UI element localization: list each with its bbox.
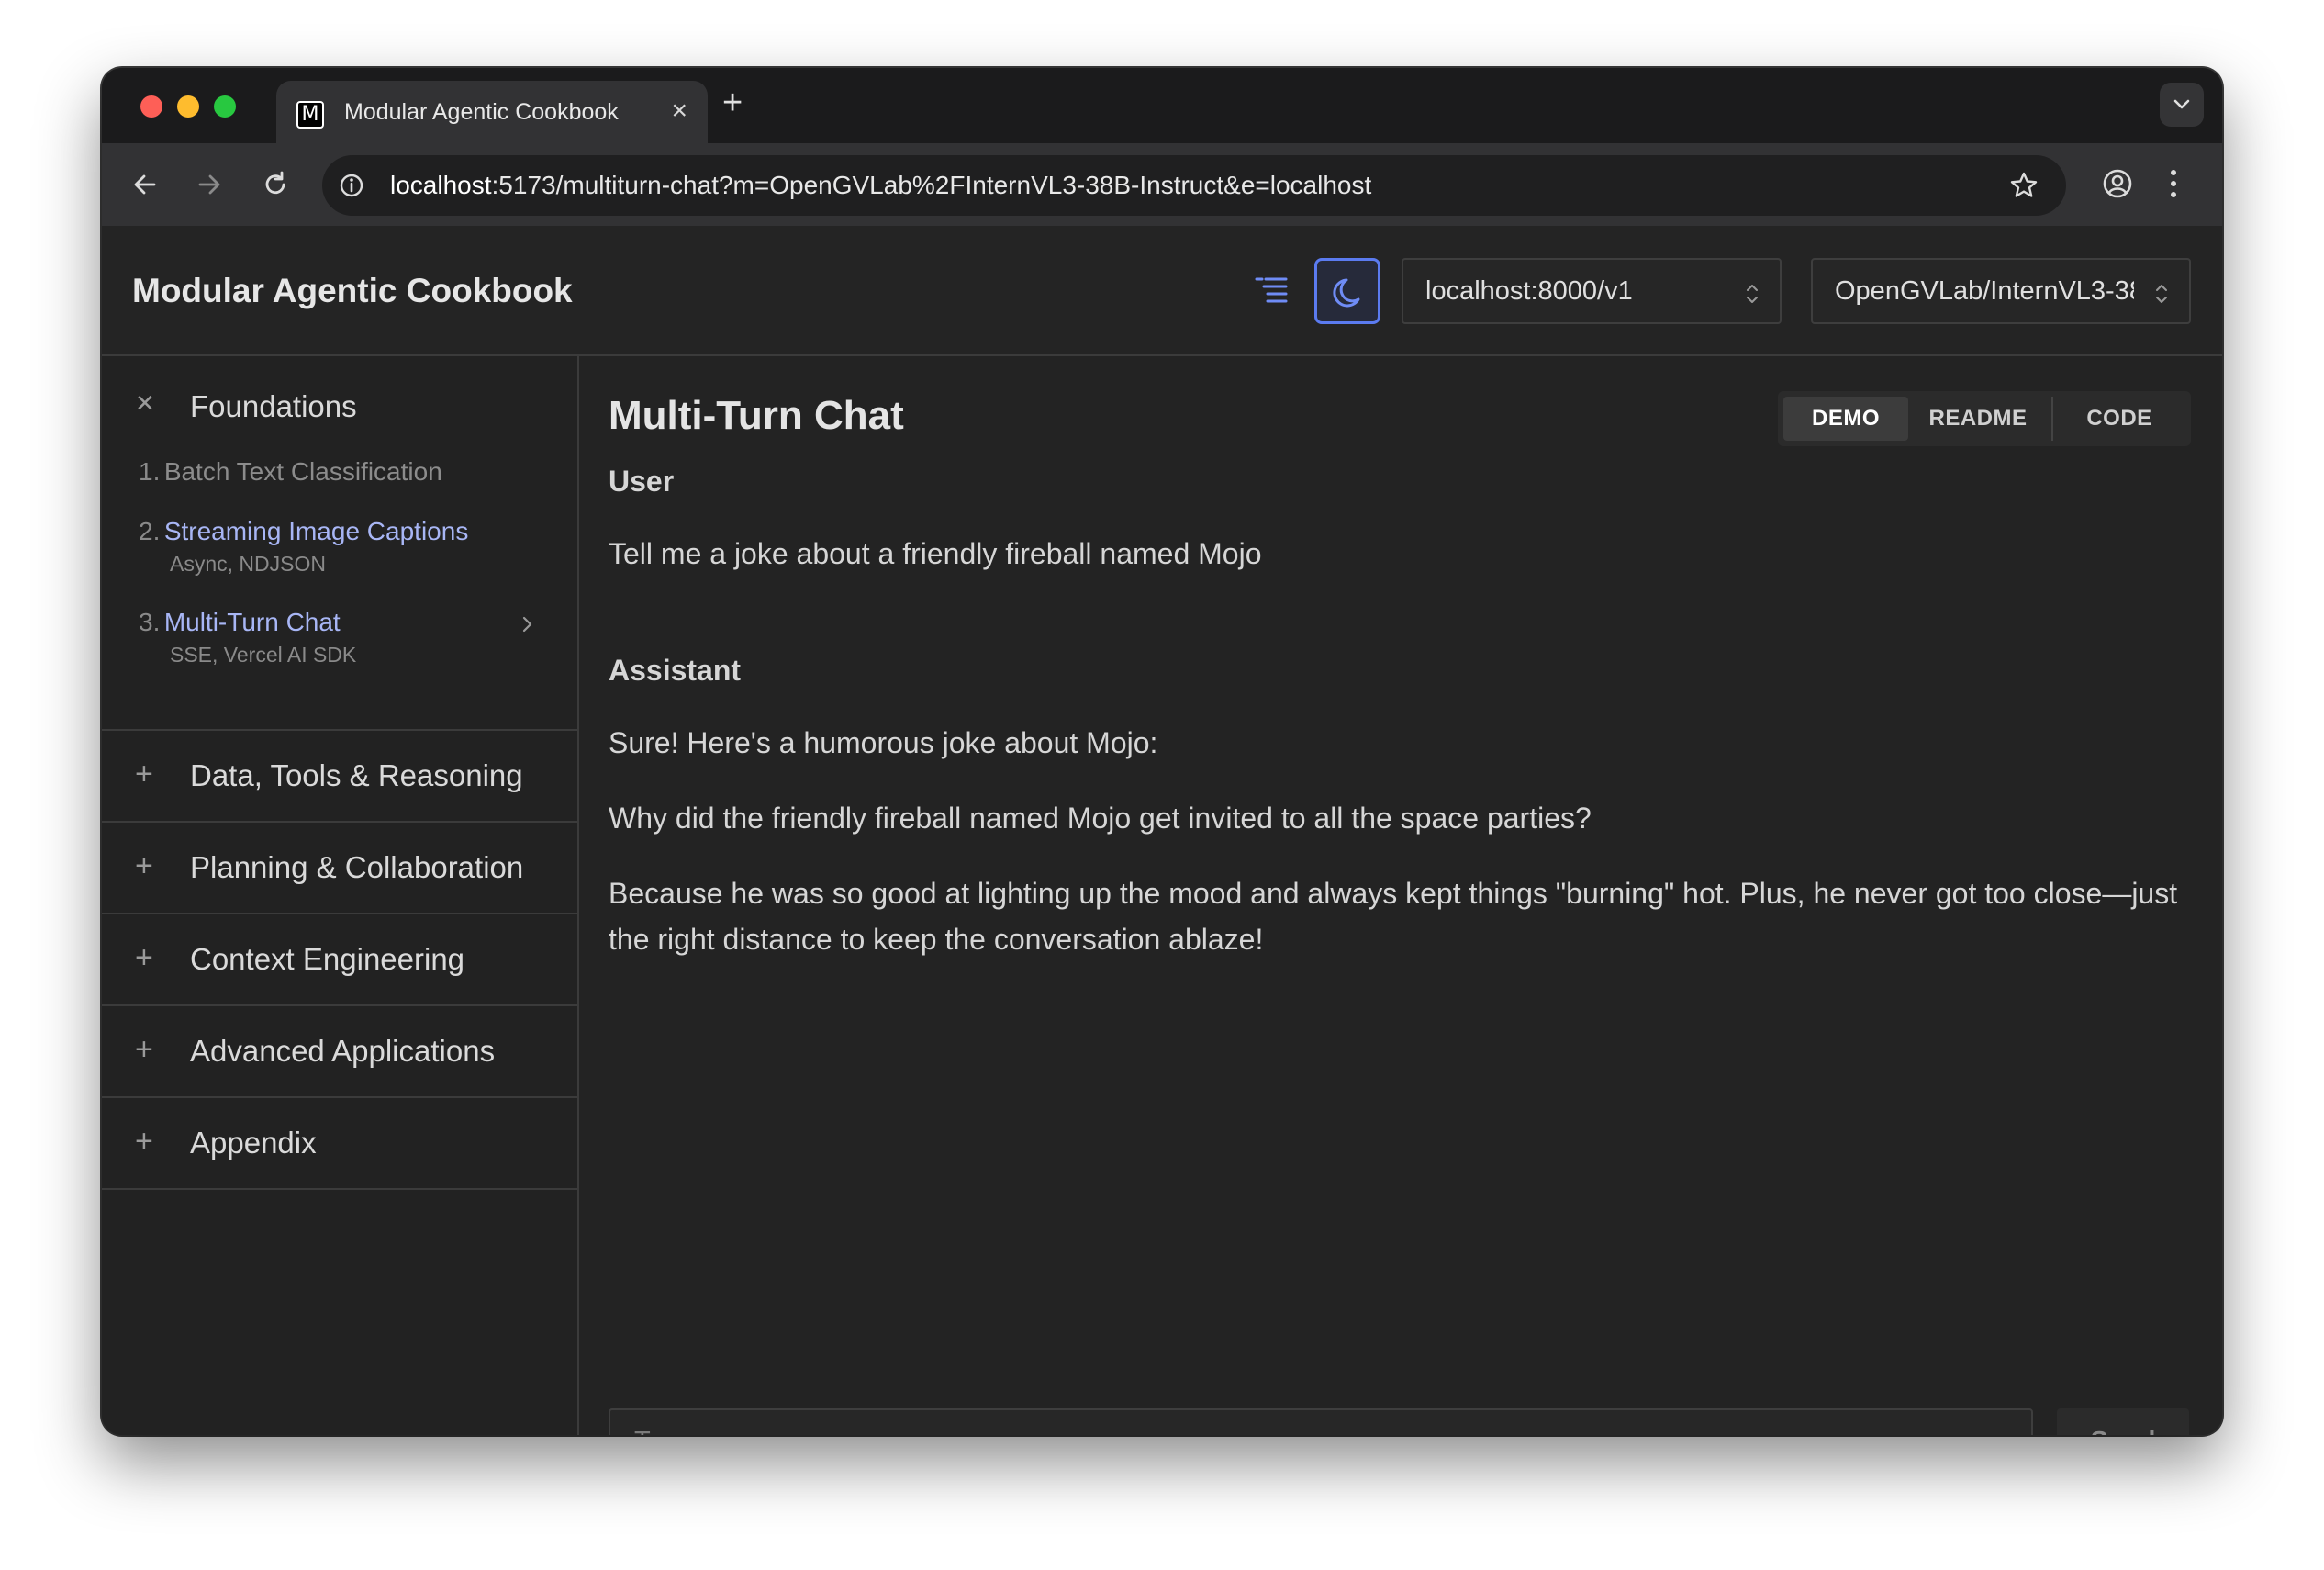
address-bar[interactable]: localhost:5173/multiturn-chat?m=OpenGVLa… — [322, 155, 2066, 216]
section-label: Context Engineering — [190, 942, 465, 976]
section-label: Foundations — [190, 389, 357, 423]
assistant-message-paragraph: Because he was so good at lighting up th… — [609, 877, 2178, 956]
favicon-icon: M — [296, 101, 324, 129]
app-title: Modular Agentic Cookbook — [132, 272, 573, 309]
bookmark-star-icon[interactable] — [2009, 171, 2039, 200]
reload-icon[interactable] — [260, 169, 291, 200]
url-text[interactable]: localhost:5173/multiturn-chat?m=OpenGVLa… — [390, 171, 1371, 200]
sidebar-section-planning-collaboration[interactable]: + Planning & Collaboration — [102, 823, 577, 913]
select-updown-icon — [2156, 285, 2167, 303]
endpoint-select[interactable]: localhost:8000/v1 — [1402, 258, 1782, 324]
item-number: 3. — [139, 608, 161, 636]
item-title: Multi-Turn Chat — [163, 608, 341, 636]
theme-toggle-button[interactable] — [1314, 258, 1380, 324]
item-subtitle: SSE, Vercel AI SDK — [170, 643, 357, 667]
tab-strip: M Modular Agentic Cookbook × + — [102, 68, 2222, 143]
endpoint-value: localhost:8000/v1 — [1425, 276, 1633, 306]
message-role-user: User — [609, 465, 675, 498]
browser-tab[interactable]: M Modular Agentic Cookbook × — [276, 81, 708, 143]
new-tab-icon[interactable]: + — [722, 84, 743, 121]
section-label: Appendix — [190, 1126, 317, 1160]
forward-arrow-icon[interactable] — [194, 169, 225, 200]
assistant-message-paragraph: Sure! Here's a humorous joke about Mojo: — [609, 726, 1158, 759]
assistant-message-paragraph: Why did the friendly fireball named Mojo… — [609, 802, 1592, 835]
section-divider — [102, 1188, 577, 1190]
sidebar-item-multi-turn-chat[interactable]: 3. Multi-Turn Chat SSE, Vercel AI SDK — [139, 608, 542, 681]
tab-separator — [2051, 397, 2053, 441]
site-info-icon[interactable] — [339, 173, 364, 198]
profile-icon[interactable] — [2101, 167, 2134, 200]
message-role-assistant: Assistant — [609, 654, 742, 687]
send-button[interactable]: Send — [2057, 1408, 2189, 1435]
item-number: 2. — [139, 517, 161, 545]
browser-toolbar: localhost:5173/multiturn-chat?m=OpenGVLa… — [102, 143, 2222, 226]
tab-readme[interactable]: README — [1914, 397, 2042, 441]
plus-icon: + — [135, 757, 153, 791]
plus-icon: + — [135, 848, 153, 883]
item-title: Streaming Image Captions — [163, 517, 469, 545]
plus-icon: + — [135, 1032, 153, 1067]
section-label: Advanced Applications — [190, 1034, 496, 1068]
sidebar-section-appendix[interactable]: + Appendix — [102, 1098, 577, 1188]
sidebar-nav: ✕ Foundations 1. Batch Text Classificati… — [102, 356, 579, 1435]
sidebar-section-advanced-applications[interactable]: + Advanced Applications — [102, 1006, 577, 1096]
page-title: Multi-Turn Chat — [609, 393, 904, 438]
sidebar-section-data-tools-reasoning[interactable]: + Data, Tools & Reasoning — [102, 731, 577, 821]
model-select[interactable]: OpenGVLab/InternVL3-38B-Instruct — [1811, 258, 2191, 324]
back-arrow-icon[interactable] — [129, 169, 161, 200]
chevron-right-icon — [522, 616, 532, 633]
url-host: localhost — [390, 171, 492, 199]
close-window-button[interactable] — [140, 95, 162, 118]
minimize-window-button[interactable] — [177, 95, 199, 118]
sidebar-item-batch-text-classification[interactable]: 1. Batch Text Classification — [139, 457, 542, 487]
plus-icon: + — [135, 940, 153, 975]
toc-toggle-icon[interactable] — [1253, 274, 1290, 307]
tab-demo[interactable]: DEMO — [1783, 397, 1908, 441]
chevron-down-icon — [2173, 99, 2190, 109]
section-label: Data, Tools & Reasoning — [190, 758, 523, 792]
tab-search-button[interactable] — [2160, 83, 2204, 127]
item-subtitle: Async, NDJSON — [170, 552, 326, 576]
sidebar-section-foundations[interactable]: ✕ Foundations — [102, 384, 577, 435]
close-tab-icon[interactable]: × — [671, 97, 687, 125]
browser-menu-icon[interactable] — [2168, 167, 2179, 200]
item-number: 1. — [139, 457, 161, 486]
app-header: Modular Agentic Cookbook localhost:8000/… — [102, 226, 2222, 356]
main-content: Multi-Turn Chat DEMO README CODE User Te… — [579, 356, 2222, 1435]
select-updown-icon — [1747, 285, 1758, 303]
tab-code[interactable]: CODE — [2059, 397, 2180, 441]
model-value: OpenGVLab/InternVL3-38B-Instruct — [1835, 276, 2134, 306]
item-title: Batch Text Classification — [163, 457, 442, 486]
plus-icon: + — [135, 1124, 153, 1159]
close-icon: ✕ — [135, 389, 155, 417]
section-label: Planning & Collaboration — [190, 850, 524, 884]
sidebar-section-context-engineering[interactable]: + Context Engineering — [102, 914, 577, 1004]
maximize-window-button[interactable] — [214, 95, 236, 118]
browser-window: M Modular Agentic Cookbook × + localhost… — [102, 68, 2222, 1435]
message-input[interactable] — [609, 1408, 2033, 1435]
view-tabs: DEMO README CODE — [1778, 391, 2191, 446]
url-path: :5173/multiturn-chat?m=OpenGVLab%2FInter… — [491, 171, 1372, 199]
tab-title: Modular Agentic Cookbook — [344, 99, 619, 125]
sidebar-item-streaming-image-captions[interactable]: 2. Streaming Image Captions Async, NDJSO… — [139, 517, 542, 590]
moon-icon — [1333, 278, 1360, 308]
user-message-text: Tell me a joke about a friendly fireball… — [609, 537, 1262, 570]
